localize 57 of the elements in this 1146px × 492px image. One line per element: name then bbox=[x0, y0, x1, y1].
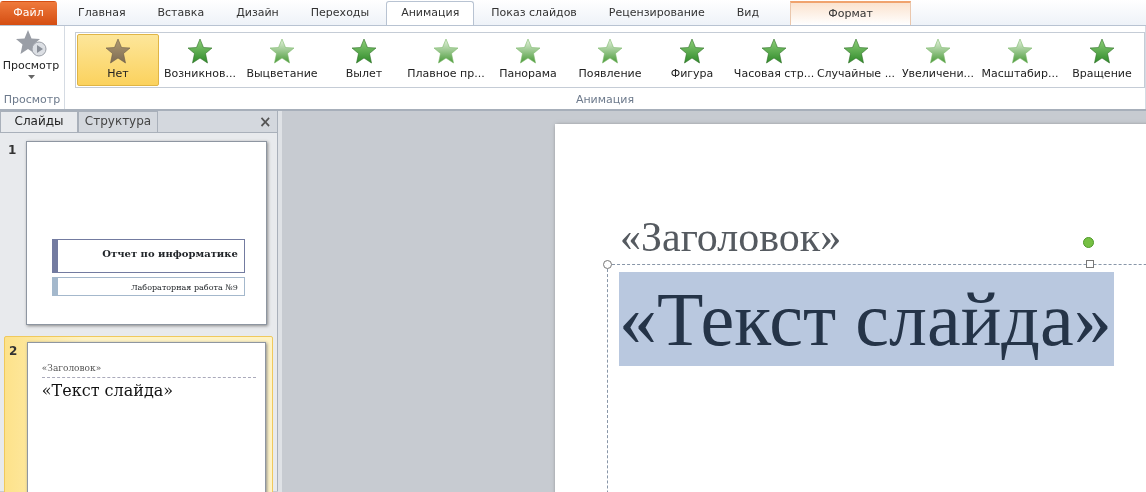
slide-text[interactable]: «Текст слайда» bbox=[619, 272, 1114, 366]
group-label: Просмотр bbox=[2, 92, 62, 108]
thumbnail-subtitle: Лабораторная работа №9 bbox=[130, 282, 238, 292]
ribbon-tab[interactable]: Дизайн bbox=[221, 1, 294, 25]
star-icon bbox=[595, 36, 625, 66]
effect-option[interactable]: Нет bbox=[77, 34, 159, 86]
star-icon bbox=[185, 36, 215, 66]
ribbon-tab[interactable]: Анимация bbox=[386, 1, 475, 25]
ribbon-tab[interactable]: Переходы bbox=[295, 1, 385, 25]
star-icon bbox=[1087, 36, 1117, 66]
ribbon-tab[interactable]: Главная bbox=[63, 1, 141, 25]
star-icon bbox=[513, 36, 543, 66]
preview-button[interactable]: Просмотр bbox=[0, 26, 62, 91]
star-icon bbox=[431, 36, 461, 66]
panel-tab[interactable]: Слайды bbox=[0, 111, 78, 132]
ribbon-tab[interactable]: Формат bbox=[790, 1, 912, 25]
star-play-icon bbox=[14, 28, 48, 58]
rotation-handle[interactable] bbox=[1083, 237, 1094, 248]
star-icon bbox=[103, 36, 133, 66]
caret-icon bbox=[27, 74, 35, 79]
panel-tab[interactable]: Структура bbox=[78, 111, 158, 132]
ribbon-tab[interactable]: Вид bbox=[721, 1, 775, 25]
slide-thumbnail[interactable]: «Заголовок» «Текст слайда» bbox=[26, 342, 266, 492]
thumbnail-title: «Заголовок» bbox=[41, 362, 256, 378]
star-icon bbox=[677, 36, 707, 66]
ribbon-tab[interactable]: Вставка bbox=[142, 1, 220, 25]
star-icon bbox=[841, 36, 871, 66]
effect-option[interactable]: Часовая стр... bbox=[733, 34, 815, 86]
slide-number: 1 bbox=[8, 141, 18, 159]
effect-option[interactable]: Панорама bbox=[487, 34, 569, 86]
resize-handle[interactable] bbox=[603, 260, 612, 269]
effect-option[interactable]: Фигура bbox=[651, 34, 733, 86]
ribbon-tab[interactable]: Показ слайдов bbox=[476, 1, 592, 25]
star-icon bbox=[267, 36, 297, 66]
effect-option[interactable]: Вращение bbox=[1061, 34, 1143, 86]
effect-option[interactable]: Масштабир... bbox=[979, 34, 1061, 86]
effect-option[interactable]: Случайные ... bbox=[815, 34, 897, 86]
effect-option[interactable]: Появление bbox=[569, 34, 651, 86]
ribbon-tab[interactable]: Рецензирование bbox=[593, 1, 720, 25]
effect-option[interactable]: Выцветание bbox=[241, 34, 323, 86]
effect-option[interactable]: Вылет bbox=[323, 34, 405, 86]
effect-option[interactable]: Увеличени... bbox=[897, 34, 979, 86]
star-icon bbox=[923, 36, 953, 66]
slide-number: 2 bbox=[9, 343, 19, 361]
star-icon bbox=[759, 36, 789, 66]
star-icon bbox=[1005, 36, 1035, 66]
slide-thumbnail-row[interactable]: 1 Отчет по информатике Лабораторная работа №9 bbox=[4, 135, 273, 331]
thumbnail-title: Отчет по информатике bbox=[102, 247, 238, 259]
star-icon bbox=[349, 36, 379, 66]
group-label: Анимация bbox=[574, 92, 636, 108]
close-button[interactable]: × bbox=[258, 112, 272, 132]
slide-thumbnail-row[interactable]: 2 «Заголовок» «Текст слайда» bbox=[4, 336, 273, 492]
thumbnail-text: «Текст слайда» bbox=[41, 380, 174, 403]
effect-option[interactable]: Возникнов... bbox=[159, 34, 241, 86]
effect-option[interactable]: Плавное пр... bbox=[405, 34, 487, 86]
resize-handle[interactable] bbox=[1086, 260, 1094, 268]
slide-thumbnail[interactable]: Отчет по информатике Лабораторная работа №9 bbox=[25, 140, 267, 325]
